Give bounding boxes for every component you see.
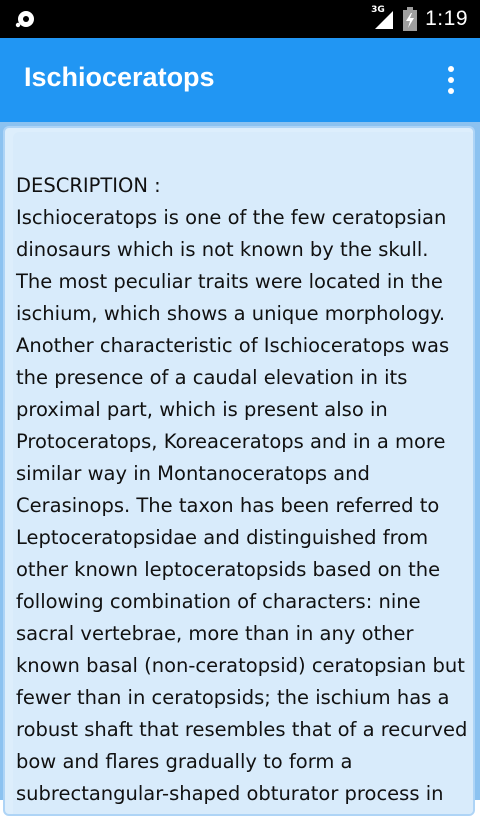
battery-charging-icon: [403, 7, 418, 31]
description-body: Ischioceratops is one of the few ceratop…: [16, 206, 468, 805]
overflow-dot: [448, 77, 454, 83]
status-bar: 3G 1:19: [0, 0, 480, 38]
overflow-dot: [448, 66, 454, 72]
signal-icon: 3G: [371, 5, 395, 31]
description-label: DESCRIPTION :: [16, 174, 161, 197]
status-icons: 3G 1:19: [371, 0, 468, 38]
sync-icon: [14, 8, 36, 30]
app-bar: Ischioceratops: [0, 38, 480, 122]
overflow-dot: [448, 88, 454, 94]
clock: 1:19: [425, 7, 468, 30]
description-text-block: DESCRIPTION : Ischioceratops is one of t…: [16, 170, 468, 810]
more-vert-icon[interactable]: [440, 64, 462, 96]
page-title: Ischioceratops: [24, 62, 215, 92]
